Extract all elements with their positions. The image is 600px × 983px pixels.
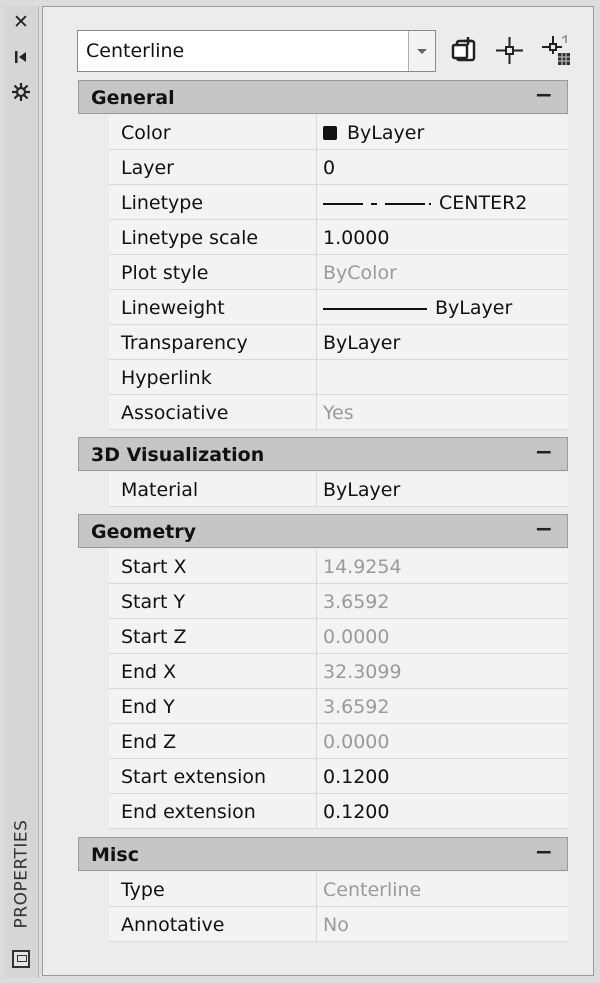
collapse-icon[interactable]: − xyxy=(535,517,553,542)
property-row-linetype[interactable]: Linetype CENTER2 xyxy=(109,185,568,220)
property-value: 3.6592 xyxy=(323,591,390,613)
linetype-preview-icon xyxy=(323,202,431,205)
property-row-end-x[interactable]: End X 32.3099 xyxy=(109,654,568,689)
property-value: ByColor xyxy=(323,262,397,284)
chevron-down-icon[interactable] xyxy=(408,31,435,71)
property-value: No xyxy=(323,914,349,936)
property-value[interactable]: 0 xyxy=(323,157,335,179)
property-label: End Y xyxy=(121,696,175,718)
section-geometry-header[interactable]: Geometry − xyxy=(78,514,568,548)
property-row-start-extension[interactable]: Start extension 0.1200 xyxy=(109,759,568,794)
property-value[interactable]: ByLayer xyxy=(323,479,400,501)
property-row-lineweight[interactable]: Lineweight ByLayer xyxy=(109,290,568,325)
property-label: Lineweight xyxy=(121,297,225,319)
property-row-end-extension[interactable]: End extension 0.1200 xyxy=(109,794,568,829)
toggle-pickadd-icon[interactable] xyxy=(448,34,482,68)
property-label: End X xyxy=(121,661,177,683)
section-3d-visualization-header[interactable]: 3D Visualization − xyxy=(78,437,568,471)
palette-title-strip: ✕ PROPERTIES xyxy=(4,6,39,978)
property-value[interactable]: ByLayer xyxy=(323,122,424,144)
property-row-type[interactable]: Type Centerline xyxy=(109,872,568,907)
property-label: Transparency xyxy=(121,332,248,354)
property-label: Annotative xyxy=(121,914,225,936)
property-row-material[interactable]: Material ByLayer xyxy=(109,472,568,507)
property-value: Yes xyxy=(323,402,354,424)
object-type-value: Centerline xyxy=(86,40,185,62)
property-label: Layer xyxy=(121,157,174,179)
property-value: 14.9254 xyxy=(323,556,402,578)
property-row-start-x[interactable]: Start X 14.9254 xyxy=(109,549,568,584)
property-label: Start Z xyxy=(121,626,187,648)
auto-hide-icon[interactable] xyxy=(4,48,38,70)
settings-icon[interactable] xyxy=(4,82,38,106)
property-label: End Z xyxy=(121,731,177,753)
property-row-hyperlink[interactable]: Hyperlink xyxy=(109,360,568,395)
property-row-linetype-scale[interactable]: Linetype scale 1.0000 xyxy=(109,220,568,255)
collapse-icon[interactable]: − xyxy=(535,83,553,108)
lineweight-preview-icon xyxy=(323,307,427,310)
property-value[interactable]: 0.1200 xyxy=(323,766,389,788)
property-label: Color xyxy=(121,122,171,144)
property-row-annotative[interactable]: Annotative No xyxy=(109,907,568,942)
properties-palette: ✕ PROPERTIES Centerline General − Color … xyxy=(0,0,600,983)
property-row-layer[interactable]: Layer 0 xyxy=(109,150,568,185)
section-general-header[interactable]: General − xyxy=(78,80,568,114)
section-misc-header[interactable]: Misc − xyxy=(78,837,568,871)
palette-title: PROPERTIES xyxy=(11,819,32,929)
property-value[interactable]: 0.1200 xyxy=(323,801,389,823)
property-row-end-z[interactable]: End Z 0.0000 xyxy=(109,724,568,759)
property-row-associative[interactable]: Associative Yes xyxy=(109,395,568,430)
property-label: Material xyxy=(121,479,199,501)
property-label: Type xyxy=(121,879,165,901)
property-value[interactable]: 1.0000 xyxy=(323,227,389,249)
color-swatch-icon xyxy=(323,126,337,140)
property-value: 0.0000 xyxy=(323,626,390,648)
collapse-icon[interactable]: − xyxy=(535,440,553,465)
property-row-start-y[interactable]: Start Y 3.6592 xyxy=(109,584,568,619)
property-value: 3.6592 xyxy=(323,696,390,718)
select-objects-icon[interactable] xyxy=(493,34,527,68)
property-value[interactable]: CENTER2 xyxy=(323,192,527,214)
property-row-end-y[interactable]: End Y 3.6592 xyxy=(109,689,568,724)
properties-palette-icon[interactable] xyxy=(12,950,30,968)
section-title: General xyxy=(91,87,175,109)
section-title: 3D Visualization xyxy=(91,444,265,466)
property-value: Centerline xyxy=(323,879,422,901)
property-row-start-z[interactable]: Start Z 0.0000 xyxy=(109,619,568,654)
property-label: Linetype scale xyxy=(121,227,259,249)
property-value: 32.3099 xyxy=(323,661,402,683)
property-label: Start X xyxy=(121,556,187,578)
property-row-plot-style[interactable]: Plot style ByColor xyxy=(109,255,568,290)
section-title: Misc xyxy=(91,844,139,866)
property-label: Start extension xyxy=(121,766,267,788)
object-type-dropdown[interactable]: Centerline xyxy=(77,30,436,72)
property-value[interactable]: ByLayer xyxy=(323,297,512,319)
property-label: Plot style xyxy=(121,262,209,284)
property-label: Hyperlink xyxy=(121,367,212,389)
quick-select-icon[interactable] xyxy=(540,34,574,68)
property-label: Linetype xyxy=(121,192,204,214)
property-label: End extension xyxy=(121,801,256,823)
section-title: Geometry xyxy=(91,521,197,543)
property-label: Associative xyxy=(121,402,229,424)
property-row-color[interactable]: Color ByLayer xyxy=(109,115,568,150)
property-value[interactable]: ByLayer xyxy=(323,332,400,354)
close-icon[interactable]: ✕ xyxy=(4,12,38,32)
property-row-transparency[interactable]: Transparency ByLayer xyxy=(109,325,568,360)
property-label: Start Y xyxy=(121,591,186,613)
collapse-icon[interactable]: − xyxy=(535,840,553,865)
property-value: 0.0000 xyxy=(323,731,390,753)
